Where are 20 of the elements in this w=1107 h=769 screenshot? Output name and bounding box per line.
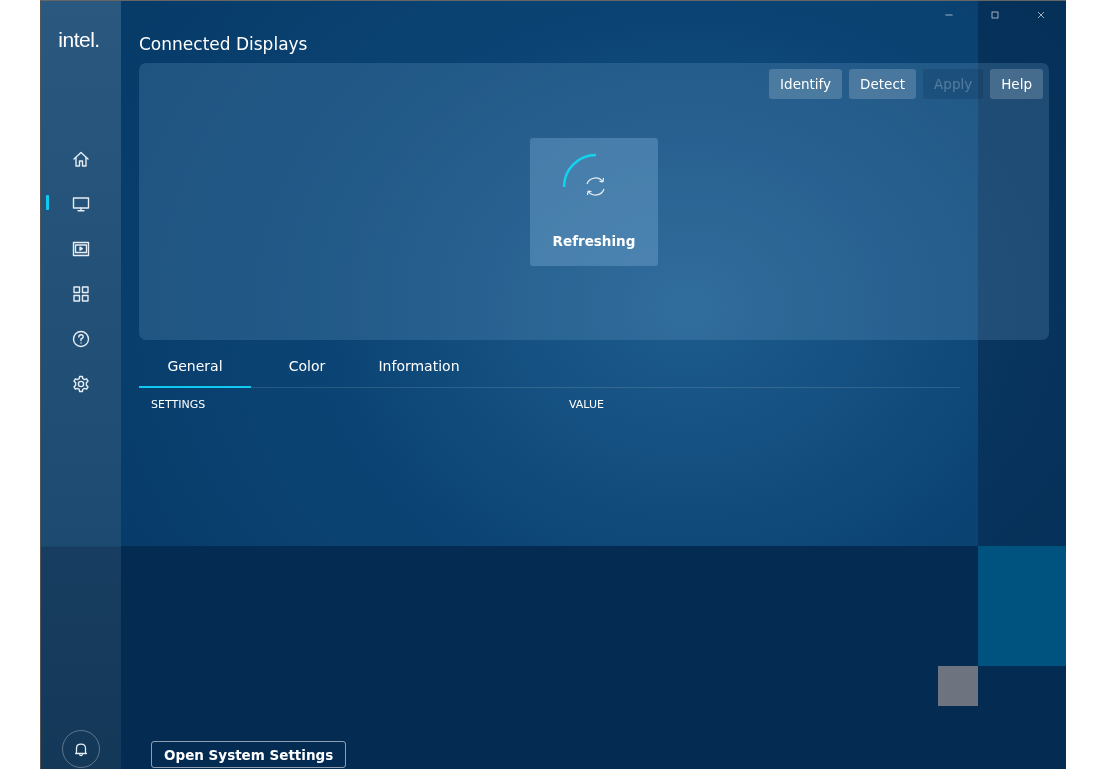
maximize-icon [989,9,1001,21]
page-title: Connected Displays [139,33,309,55]
tab[interactable]: General [139,345,251,388]
toolbar-button[interactable]: Detect [849,69,917,99]
loading-spinner-icon [562,153,606,198]
column-header: VALUE [569,398,605,411]
tab[interactable]: Color [251,345,363,388]
help-icon [71,328,91,349]
open-settings-button[interactable]: Open System Settings [151,741,347,768]
grid-icon [71,283,91,304]
settings-icon [71,373,91,394]
background-tile [938,666,978,706]
bell-icon [72,740,90,758]
column-header: SETTINGS [151,398,207,411]
close-icon [1035,9,1047,21]
tab[interactable]: Information [363,345,475,388]
toolbar-button[interactable]: Help [990,69,1043,99]
status-label: Refreshing [552,233,636,249]
toolbar-button[interactable]: Identify [769,69,843,99]
logo: intel. [58,28,100,52]
